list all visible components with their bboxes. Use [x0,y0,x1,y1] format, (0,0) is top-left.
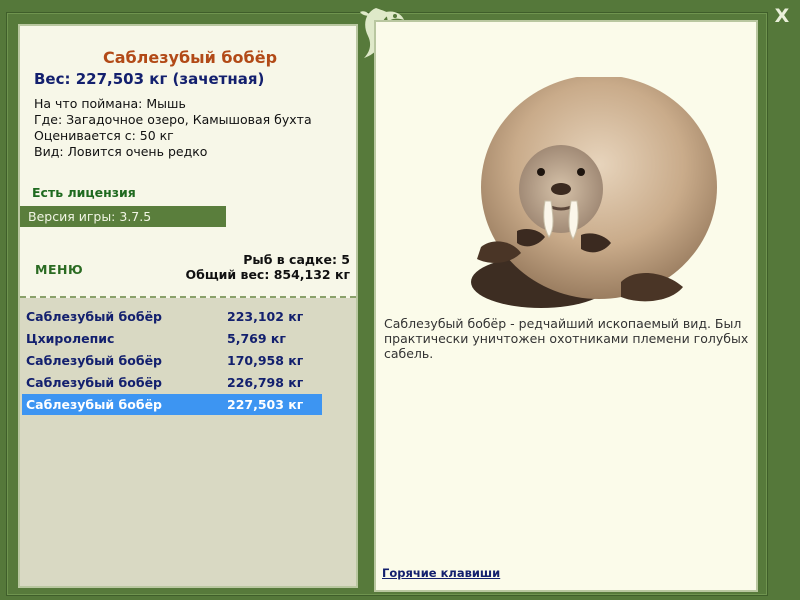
catch-item-weight: 223,102 кг [227,309,304,324]
fish-title: Саблезубый бобёр [102,48,278,67]
catch-list-item-selected[interactable]: Саблезубый бобёр 227,503 кг [22,394,322,415]
catch-item-name: Саблезубый бобёр [26,397,162,412]
catch-count: Рыб в садке: 5 [243,252,350,267]
license-status: Есть лицензия [32,185,136,200]
catch-item-name: Саблезубый бобёр [26,353,162,368]
fish-detail-panel: Саблезубый бобёр - редчайший ископаемый … [374,20,758,592]
catch-item-name: Саблезубый бобёр [26,309,162,324]
catch-total-weight: Общий вес: 854,132 кг [185,267,351,282]
menu-button[interactable]: МЕНЮ [35,262,83,277]
close-button[interactable]: X [772,6,792,26]
rated-info: Оценивается с: 50 кг [34,128,174,143]
fish-weight: Вес: 227,503 кг (зачетная) [34,70,265,88]
game-version-bar: Версия игры: 3.7.5 [20,206,226,227]
fish-description: Саблезубый бобёр - редчайший ископаемый … [384,316,749,361]
species-info: Вид: Ловится очень редко [34,144,208,159]
catch-list-item[interactable]: Саблезубый бобёр 223,102 кг [22,306,322,327]
location-info: Где: Загадочное озеро, Камышовая бухта [34,112,312,127]
catch-item-weight: 226,798 кг [227,375,304,390]
catch-list-item[interactable]: Цхиролепис 5,769 кг [22,328,322,349]
catch-list: Саблезубый бобёр 223,102 кг Цхиролепис 5… [20,298,356,586]
bait-info: На что поймана: Мышь [34,96,186,111]
catch-item-name: Цхиролепис [26,331,115,346]
catch-item-weight: 5,769 кг [227,331,286,346]
fish-info-panel: Саблезубый бобёр Вес: 227,503 кг (зачетн… [18,24,358,588]
catch-list-item[interactable]: Саблезубый бобёр 170,958 кг [22,350,322,371]
catch-list-item[interactable]: Саблезубый бобёр 226,798 кг [22,372,322,393]
catch-item-weight: 227,503 кг [227,397,304,412]
catch-item-weight: 170,958 кг [227,353,304,368]
hotkeys-link[interactable]: Горячие клавиши [382,566,500,580]
catch-item-name: Саблезубый бобёр [26,375,162,390]
beaver-image [471,77,717,308]
